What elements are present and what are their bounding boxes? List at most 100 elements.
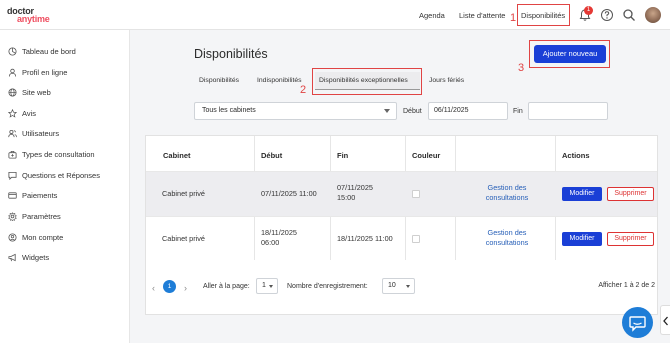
chevron-down-icon xyxy=(384,109,390,113)
fin-label: Fin xyxy=(513,108,523,115)
supprimer-button[interactable]: Supprimer xyxy=(607,232,654,246)
per-page-value: 10 xyxy=(388,282,396,289)
cell-fin: 18/11/2025 11:00 xyxy=(337,234,393,243)
cell-debut: 07/11/2025 11:00 xyxy=(261,189,317,198)
link-line-1: Gestion des xyxy=(487,183,527,192)
sidebar: Tableau de bord Profil en ligne Site web… xyxy=(0,30,130,343)
goto-page-label: Aller à la page: xyxy=(203,283,250,290)
sidebar-item-label: Questions et Réponses xyxy=(22,170,100,180)
nav-disponibilites[interactable]: Disponibilités xyxy=(521,11,565,20)
nav-liste-attente[interactable]: Liste d'attente xyxy=(459,11,505,20)
chevron-down-icon xyxy=(406,285,410,288)
modifier-button[interactable]: Modifier xyxy=(562,232,602,246)
credit-card-icon xyxy=(8,191,17,199)
annotation-number-3: 3 xyxy=(518,62,525,74)
table-row: Cabinet privé 18/11/2025 06:00 18/11/202… xyxy=(146,216,657,261)
cabinet-select[interactable]: Tous les cabinets xyxy=(194,102,397,120)
link-line-2: consultations xyxy=(485,193,529,202)
annotation-number-2: 2 xyxy=(300,84,307,96)
goto-page-select[interactable]: 1 xyxy=(256,278,278,294)
sidebar-item-widgets[interactable]: Widgets xyxy=(8,251,49,263)
user-icon xyxy=(8,68,17,77)
search-icon[interactable] xyxy=(622,8,636,22)
tab-jours-feries[interactable]: Jours fériés xyxy=(429,77,464,84)
notification-badge: 1 xyxy=(584,6,593,15)
star-icon xyxy=(8,108,17,118)
debut-date-input[interactable]: 06/11/2025 xyxy=(428,102,508,120)
tab-disponibilites[interactable]: Disponibilités xyxy=(199,77,239,84)
collapse-panel-tab[interactable] xyxy=(660,305,670,335)
cell-debut-time: 06:00 xyxy=(261,238,280,247)
column-header-fin: Fin xyxy=(337,151,349,160)
chat-icon xyxy=(8,171,17,180)
chevron-left-icon xyxy=(663,316,668,326)
pagination-prev-icon[interactable]: ‹ xyxy=(152,283,155,293)
dashboard-icon xyxy=(8,46,17,56)
chat-bubble-icon xyxy=(629,316,646,332)
sidebar-item-label: Mon compte xyxy=(22,232,64,242)
sidebar-item-profil-en-ligne[interactable]: Profil en ligne xyxy=(8,66,67,78)
goto-page-value: 1 xyxy=(262,282,266,289)
pagination-current-page[interactable]: 1 xyxy=(163,280,176,293)
sidebar-item-label: Utilisateurs xyxy=(22,128,60,138)
cell-fin: 07/11/2025 15:00 xyxy=(337,183,373,203)
add-new-button[interactable]: Ajouter nouveau xyxy=(534,45,606,63)
cell-fin-date: 07/11/2025 xyxy=(337,183,373,192)
gestion-consultations-link[interactable]: Gestion des consultations xyxy=(467,228,547,248)
globe-icon xyxy=(8,87,17,97)
records-summary: Afficher 1 à 2 de 2 xyxy=(598,282,655,289)
column-header-couleur: Couleur xyxy=(412,151,441,160)
medical-bag-icon xyxy=(8,150,17,159)
cabinet-select-value: Tous les cabinets xyxy=(202,107,256,114)
top-bar: doctor anytime Agenda Liste d'attente 1 … xyxy=(0,0,670,30)
supprimer-button[interactable]: Supprimer xyxy=(607,187,654,201)
annotation-number-1: 1 xyxy=(510,12,517,24)
sidebar-item-types-de-consultation[interactable]: Types de consultation xyxy=(8,148,95,160)
sidebar-item-label: Widgets xyxy=(22,252,50,262)
annotation-highlight-2 xyxy=(312,68,422,95)
sidebar-item-label: Profil en ligne xyxy=(22,67,68,77)
cell-fin-time: 15:00 xyxy=(337,193,356,202)
per-page-select[interactable]: 10 xyxy=(382,278,415,294)
sidebar-item-label: Site web xyxy=(22,87,51,97)
nav-agenda[interactable]: Agenda xyxy=(419,11,445,20)
color-checkbox[interactable] xyxy=(412,190,420,198)
cell-cabinet: Cabinet privé xyxy=(162,234,205,243)
sidebar-item-tableau-de-bord[interactable]: Tableau de bord xyxy=(8,45,76,57)
logo-text-bottom: anytime xyxy=(17,14,50,24)
link-line-1: Gestion des xyxy=(487,228,527,237)
sidebar-item-site-web[interactable]: Site web xyxy=(8,86,51,98)
sidebar-item-questions-reponses[interactable]: Questions et Réponses xyxy=(8,169,100,181)
sidebar-item-parametres[interactable]: Paramètres xyxy=(8,210,61,222)
modifier-button[interactable]: Modifier xyxy=(562,187,602,201)
tab-indisponibilites[interactable]: Indisponibilités xyxy=(257,77,302,84)
cell-cabinet: Cabinet privé xyxy=(162,189,205,198)
chat-support-button[interactable] xyxy=(622,307,653,338)
chevron-down-icon xyxy=(269,285,273,288)
table-row: Cabinet privé 07/11/2025 11:00 07/11/202… xyxy=(146,171,657,216)
sidebar-item-label: Paramètres xyxy=(22,211,61,221)
availability-table: Cabinet Début Fin Couleur Actions Cabine… xyxy=(145,135,658,315)
cell-debut-date: 18/11/2025 xyxy=(261,228,297,237)
sidebar-item-utilisateurs[interactable]: Utilisateurs xyxy=(8,127,59,139)
help-icon[interactable] xyxy=(600,8,614,22)
color-checkbox[interactable] xyxy=(412,235,420,243)
column-header-debut: Début xyxy=(261,151,283,160)
main-content: Disponibilités 3 Ajouter nouveau Disponi… xyxy=(131,31,670,343)
user-avatar[interactable] xyxy=(645,7,661,23)
account-circle-icon xyxy=(8,232,17,242)
sidebar-item-avis[interactable]: Avis xyxy=(8,107,36,119)
sidebar-item-label: Types de consultation xyxy=(22,149,95,159)
debut-date-value: 06/11/2025 xyxy=(434,107,469,114)
doctoranytime-logo[interactable]: doctor anytime xyxy=(7,6,67,26)
gear-icon xyxy=(8,211,17,221)
fin-date-input[interactable] xyxy=(528,102,608,120)
sidebar-item-mon-compte[interactable]: Mon compte xyxy=(8,231,63,243)
per-page-label: Nombre d'enregistrement: xyxy=(287,283,368,290)
gestion-consultations-link[interactable]: Gestion des consultations xyxy=(467,183,547,203)
sidebar-item-paiements[interactable]: Paiements xyxy=(8,189,57,201)
pagination-next-icon[interactable]: › xyxy=(184,283,187,293)
column-header-actions: Actions xyxy=(562,151,590,160)
debut-label: Début xyxy=(403,108,422,115)
sidebar-item-label: Avis xyxy=(22,108,37,118)
